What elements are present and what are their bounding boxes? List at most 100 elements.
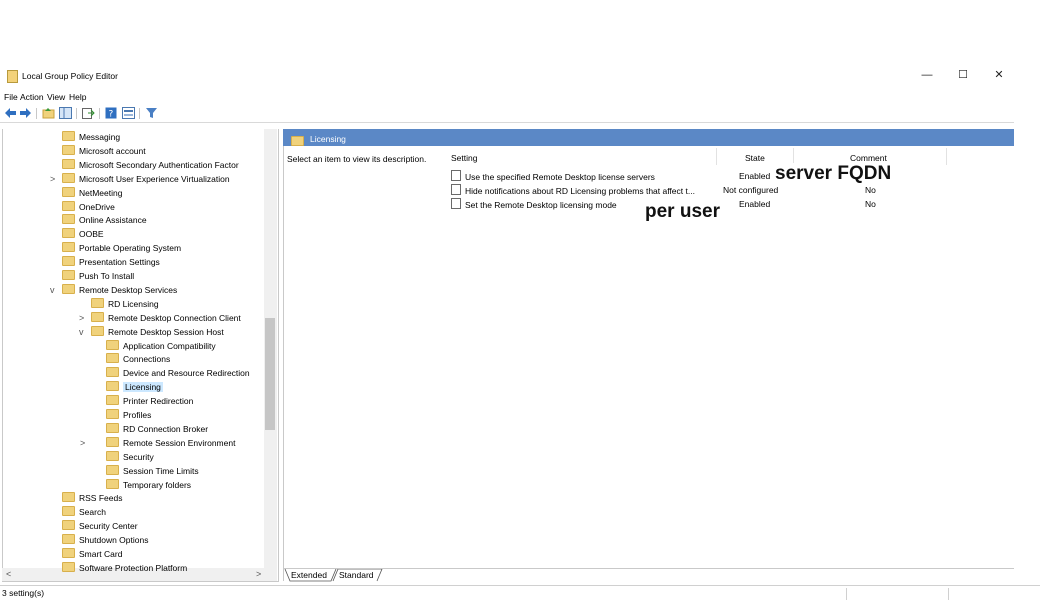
details-header-tab (286, 133, 426, 146)
overlay-per-user: per user (642, 201, 723, 222)
toolbar: ? (0, 105, 1014, 123)
tree-item[interactable]: Messaging (62, 131, 120, 144)
export-list-icon[interactable] (82, 107, 95, 119)
policy-row[interactable]: Set the Remote Desktop licensing mode (451, 198, 617, 210)
chevron-down-icon[interactable]: v (79, 326, 84, 339)
menu-file[interactable]: File (4, 90, 18, 104)
chevron-right-icon[interactable]: > (80, 437, 85, 450)
scroll-right-icon[interactable]: > (256, 569, 261, 579)
back-arrow-icon[interactable] (4, 107, 17, 119)
chevron-right-icon[interactable]: > (79, 312, 84, 325)
folder-icon (106, 353, 119, 364)
policy-setting-icon (451, 184, 461, 195)
scroll-left-icon[interactable]: < (6, 569, 11, 579)
tree-item[interactable]: Microsoft Secondary Authentication Facto… (62, 158, 239, 172)
up-folder-icon[interactable] (42, 107, 55, 119)
folder-icon (106, 478, 119, 489)
app-icon (7, 70, 18, 83)
column-divider[interactable] (946, 148, 947, 165)
forward-arrow-icon[interactable] (19, 107, 32, 119)
tree-item[interactable]: Microsoft account (62, 144, 146, 158)
details-pane (283, 129, 1015, 581)
tree-item[interactable]: Session Time Limits (106, 464, 199, 478)
tree-item[interactable]: Portable Operating System (62, 242, 181, 255)
policy-comment: No (865, 185, 876, 195)
tab-extended[interactable]: Extended (291, 570, 327, 581)
toolbar-separator (99, 108, 100, 119)
menu-help[interactable]: Help (69, 90, 86, 104)
policy-row[interactable]: Use the specified Remote Desktop license… (451, 170, 655, 182)
chevron-down-icon[interactable]: v (50, 284, 55, 297)
tree-item[interactable]: Remote Desktop Connection Client (91, 311, 241, 325)
tree-item[interactable]: Security Center (62, 520, 138, 533)
menu-view[interactable]: View (47, 90, 65, 104)
tree-item[interactable]: Security (106, 450, 154, 464)
show-tree-icon[interactable] (59, 107, 72, 119)
tree-item[interactable]: Connections (106, 353, 170, 366)
column-header-state[interactable]: State (745, 153, 765, 163)
tab-standard[interactable]: Standard (339, 570, 374, 581)
properties-icon[interactable] (122, 107, 135, 119)
folder-icon (106, 422, 119, 433)
overlay-server-fqdn: server FQDN (772, 163, 895, 184)
folder-icon (91, 325, 104, 336)
tree-item[interactable]: Profiles (106, 409, 151, 422)
tree-item[interactable]: NetMeeting (62, 186, 122, 200)
tree-item-label: Session Time Limits (123, 465, 199, 476)
folder-icon (106, 464, 119, 475)
tree-item-label: Presentation Settings (79, 257, 160, 268)
column-header-comment[interactable]: Comment (850, 153, 887, 163)
tree-item[interactable]: Shutdown Options (62, 534, 148, 547)
tree-item[interactable]: OOBE (62, 228, 104, 241)
tree-item-label: Microsoft Secondary Authentication Facto… (79, 159, 239, 170)
toolbar-separator (36, 108, 37, 119)
policy-state: Not configured (723, 185, 779, 195)
details-header-title: Licensing (310, 134, 346, 144)
policy-row[interactable]: Hide notifications about RD Licensing pr… (451, 184, 695, 196)
tree-item[interactable]: RSS Feeds (62, 492, 122, 505)
toolbar-separator (76, 108, 77, 119)
tree-scroll-thumb[interactable] (265, 318, 275, 430)
tree-item[interactable]: Software Protection Platform (62, 561, 187, 575)
menu-action[interactable]: Action (20, 90, 44, 104)
tree-item-label: Printer Redirection (123, 396, 194, 407)
folder-icon (106, 436, 119, 447)
folder-icon (106, 450, 119, 461)
tree-item[interactable]: Temporary folders (106, 478, 192, 492)
title-bar (0, 62, 1040, 88)
tree-item[interactable]: RD Connection Broker (106, 422, 208, 436)
chevron-right-icon[interactable]: > (50, 173, 55, 186)
tree-item[interactable]: Push To Install (62, 270, 134, 283)
policy-setting-name: Set the Remote Desktop licensing mode (465, 200, 617, 210)
column-divider[interactable] (716, 148, 717, 165)
tree-item-label: Remote Desktop Session Host (108, 326, 224, 337)
tree-item[interactable]: Device and Resource Redirection (106, 367, 250, 380)
minimize-icon[interactable]: — (912, 66, 942, 84)
column-header-setting[interactable]: Setting (451, 153, 477, 163)
tree-item[interactable]: Microsoft User Experience Virtualization (62, 172, 230, 186)
tree-item-label: Connections (123, 354, 171, 365)
tree-item-label: Temporary folders (123, 479, 192, 490)
close-icon[interactable]: ✕ (984, 66, 1014, 84)
filter-icon[interactable] (145, 107, 158, 119)
tree-item-label: RD Licensing (108, 298, 159, 309)
help-icon[interactable]: ? (105, 107, 118, 119)
tree-item[interactable]: Remote Session Environment (106, 436, 235, 450)
tree-item[interactable]: RD Licensing (91, 297, 159, 311)
folder-icon (62, 492, 75, 503)
tree-item-label: Messaging (79, 132, 121, 142)
tree-item[interactable]: Printer Redirection (106, 395, 193, 408)
tree-item[interactable]: Licensing (106, 381, 163, 394)
tree-item[interactable]: Online Assistance (62, 214, 147, 227)
tree-item[interactable]: Search (62, 506, 106, 519)
tree-item-label: Licensing (123, 382, 163, 393)
tree-item[interactable]: Presentation Settings (62, 256, 160, 269)
tree-item[interactable]: Smart Card (62, 548, 122, 561)
tree-item[interactable]: Application Compatibility (106, 339, 216, 353)
folder-icon (62, 256, 75, 267)
tree-item[interactable]: OneDrive (62, 200, 115, 214)
tree-item[interactable]: Remote Desktop Services (62, 283, 177, 297)
maximize-icon[interactable]: ☐ (948, 66, 978, 84)
tree-item[interactable]: Remote Desktop Session Host (91, 325, 224, 339)
folder-icon (106, 395, 119, 406)
